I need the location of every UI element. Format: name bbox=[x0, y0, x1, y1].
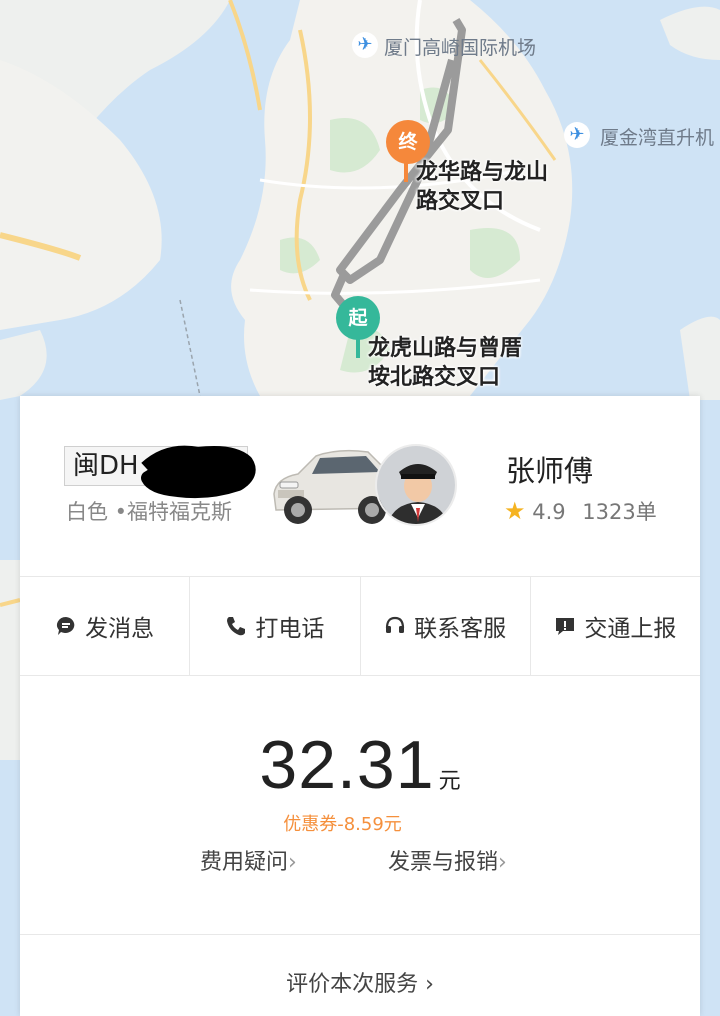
driver-avatar-image bbox=[377, 446, 455, 524]
message-icon bbox=[57, 617, 75, 635]
origin-label: 龙虎山路与曾厝 垵北路交叉口 bbox=[368, 334, 522, 392]
action-bar: 发消息 打电话 联系客服 交通上报 bbox=[20, 576, 700, 676]
customer-service-label: 联系客服 bbox=[414, 616, 507, 642]
origin-pin-stem bbox=[356, 338, 360, 358]
fare-unit: 元 bbox=[438, 769, 461, 794]
phone-icon bbox=[227, 617, 246, 636]
car-description: 白色 •福特福克斯 bbox=[66, 500, 233, 524]
fare-question-link[interactable]: 费用疑问› bbox=[200, 844, 297, 876]
plate-redaction-scribble bbox=[141, 445, 256, 499]
trip-card: 闽DH 白色 •福特福克斯 张师傅 ★ 4.9 1323单 发消息 打电话 联系… bbox=[20, 396, 700, 1016]
driver-name: 张师傅 bbox=[506, 454, 594, 488]
headset-icon bbox=[386, 616, 405, 633]
airport-icon: ✈ bbox=[352, 32, 378, 58]
fare-question-label: 费用疑问 bbox=[200, 850, 289, 875]
rating-score: 4.9 bbox=[532, 500, 566, 524]
origin-label-line2: 垵北路交叉口 bbox=[368, 365, 501, 390]
invoice-label: 发票与报销 bbox=[388, 850, 499, 875]
call-button[interactable]: 打电话 bbox=[190, 577, 361, 675]
airport-label: 厦门高崎国际机场 bbox=[384, 37, 537, 59]
heliport-icon: ✈ bbox=[564, 122, 590, 148]
rate-service-button[interactable]: 评价本次服务 › bbox=[20, 966, 700, 998]
divider bbox=[20, 934, 700, 935]
star-icon: ★ bbox=[504, 497, 526, 525]
destination-pin-stem bbox=[404, 162, 408, 182]
invoice-link[interactable]: 发票与报销› bbox=[388, 844, 507, 876]
license-plate-text: 闽DH bbox=[73, 451, 139, 481]
fare-display: 32.31 元 bbox=[20, 726, 700, 804]
traffic-report-button[interactable]: 交通上报 bbox=[531, 577, 700, 675]
heliport-label: 厦金湾直升机 bbox=[600, 127, 715, 149]
message-button-label: 发消息 bbox=[85, 616, 155, 642]
origin-label-line1: 龙虎山路与曾厝 bbox=[368, 336, 523, 361]
message-button[interactable]: 发消息 bbox=[20, 577, 191, 675]
call-button-label: 打电话 bbox=[255, 616, 325, 642]
fare-amount: 32.31 bbox=[259, 727, 435, 803]
chevron-right-icon: › bbox=[498, 850, 507, 875]
destination-label: 龙华路与龙山 路交叉口 bbox=[416, 158, 548, 216]
destination-label-line1: 龙华路与龙山 bbox=[416, 160, 549, 185]
chevron-right-icon: › bbox=[288, 850, 297, 875]
driver-avatar[interactable] bbox=[375, 444, 457, 526]
customer-service-button[interactable]: 联系客服 bbox=[361, 577, 531, 675]
driver-rating: ★ 4.9 1323单 bbox=[504, 496, 657, 526]
report-icon bbox=[556, 618, 575, 635]
destination-label-line2: 路交叉口 bbox=[416, 189, 505, 214]
coupon-discount: 优惠券-8.59元 bbox=[283, 814, 402, 835]
order-count: 1323单 bbox=[582, 500, 657, 524]
traffic-report-label: 交通上报 bbox=[584, 616, 677, 642]
